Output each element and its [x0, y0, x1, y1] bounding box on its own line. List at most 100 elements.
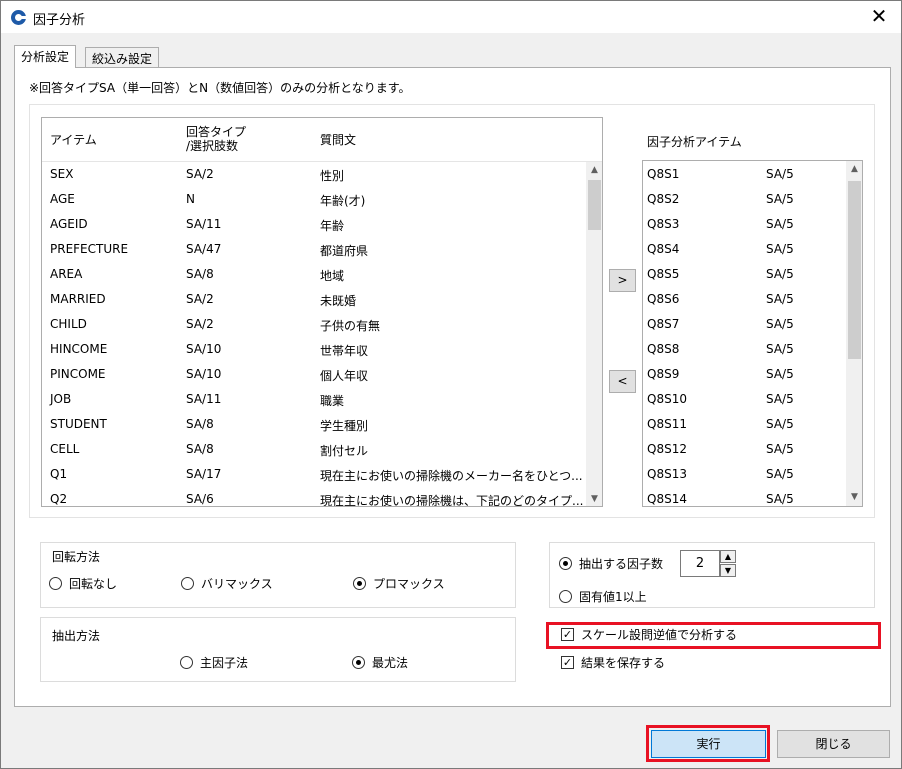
radio-max-likelihood-label[interactable]: 最尤法 — [372, 654, 408, 671]
list-item[interactable]: Q8S5 SA/5 — [643, 262, 862, 287]
save-result-label[interactable]: 結果を保存する — [581, 654, 665, 671]
list-item[interactable]: STUDENT SA/8 学生種別 — [42, 412, 602, 437]
list-item[interactable]: Q8S2 SA/5 — [643, 187, 862, 212]
radio-varimax[interactable] — [181, 577, 194, 590]
list-item-type: SA/47 — [186, 242, 222, 256]
list-item[interactable]: Q2 SA/6 現在主にお使いの掃除機は、下記のどのタイプ... — [42, 487, 602, 507]
list-item-question: 未既婚 — [320, 294, 357, 308]
list-item-type: SA/6 — [186, 492, 214, 506]
source-list-header: アイテム 回答タイプ /選択肢数 質問文 — [42, 118, 602, 162]
radio-promax[interactable] — [353, 577, 366, 590]
save-result-checkbox[interactable]: ✓ — [561, 656, 574, 669]
list-item-item: Q8S13 — [647, 467, 687, 481]
tab-filter-settings[interactable]: 絞込み設定 — [85, 47, 160, 68]
list-item-type: SA/5 — [766, 492, 794, 506]
list-item[interactable]: MARRIED SA/2 未既婚 — [42, 287, 602, 312]
list-item-question: 割付セル — [320, 444, 369, 458]
list-item[interactable]: AGEID SA/11 年齢 — [42, 212, 602, 237]
list-item[interactable]: Q8S11 SA/5 — [643, 412, 862, 437]
scroll-down-icon[interactable]: ▼ — [846, 489, 862, 506]
list-item-item: AGE — [50, 192, 75, 206]
list-item[interactable]: Q8S9 SA/5 — [643, 362, 862, 387]
scroll-thumb[interactable] — [588, 180, 601, 230]
scroll-up-icon[interactable]: ▲ — [846, 161, 862, 178]
list-item-type: SA/5 — [766, 342, 794, 356]
tab-analysis-settings[interactable]: 分析設定 — [14, 45, 77, 68]
list-item-type: SA/8 — [186, 267, 214, 281]
list-item-question: 世帯年収 — [320, 344, 369, 358]
list-item-type: SA/5 — [766, 417, 794, 431]
remove-item-button[interactable]: < — [609, 370, 636, 393]
list-item-type: SA/10 — [186, 342, 222, 356]
scroll-up-icon[interactable]: ▲ — [586, 162, 602, 179]
list-item-item: CELL — [50, 442, 80, 456]
radio-eigenvalue-label[interactable]: 固有値1以上 — [579, 588, 647, 605]
factor-count-input[interactable]: 2 — [680, 550, 720, 577]
scroll-down-icon[interactable]: ▼ — [586, 491, 602, 506]
list-item-item: HINCOME — [50, 342, 108, 356]
list-item-item: Q8S11 — [647, 417, 687, 431]
rotation-method-label: 回転方法 — [52, 550, 101, 564]
list-item[interactable]: Q8S8 SA/5 — [643, 337, 862, 362]
list-item-item: Q1 — [50, 467, 68, 481]
list-item-question: 学生種別 — [320, 419, 369, 433]
radio-no-rotation[interactable] — [49, 577, 62, 590]
radio-promax-label[interactable]: プロマックス — [373, 575, 445, 592]
radio-no-rotation-label[interactable]: 回転なし — [69, 575, 117, 592]
radio-principal-factor[interactable] — [180, 656, 193, 669]
list-item-item: Q2 — [50, 492, 68, 506]
spin-down-icon[interactable]: ▼ — [720, 564, 736, 577]
list-item[interactable]: Q8S13 SA/5 — [643, 462, 862, 487]
list-item-type: SA/5 — [766, 442, 794, 456]
list-item-item: MARRIED — [50, 292, 106, 306]
target-list-title: 因子分析アイテム — [647, 135, 742, 149]
close-icon[interactable]: ✕ — [867, 4, 891, 28]
list-item[interactable]: Q8S1 SA/5 — [643, 162, 862, 187]
radio-max-likelihood[interactable] — [352, 656, 365, 669]
list-item[interactable]: Q8S12 SA/5 — [643, 437, 862, 462]
list-item[interactable]: AGE N 年齢(才) — [42, 187, 602, 212]
list-item[interactable]: Q1 SA/17 現在主にお使いの掃除機のメーカー名をひとつ... — [42, 462, 602, 487]
header-type-line1: 回答タイプ — [186, 125, 247, 139]
add-item-button[interactable]: > — [609, 269, 636, 292]
list-item[interactable]: Q8S3 SA/5 — [643, 212, 862, 237]
list-item-question: 現在主にお使いの掃除機は、下記のどのタイプ... — [320, 494, 584, 507]
list-item-type: SA/5 — [766, 192, 794, 206]
target-list-scrollbar[interactable]: ▲ ▼ — [846, 161, 862, 506]
list-item[interactable]: HINCOME SA/10 世帯年収 — [42, 337, 602, 362]
list-item-type: SA/5 — [766, 292, 794, 306]
target-item-list[interactable]: Q8S1 SA/5 Q8S2 SA/5 Q8S3 SA/5 Q8S4 SA/5 Q8S5 SA/5… — [642, 160, 863, 507]
list-item[interactable]: JOB SA/11 職業 — [42, 387, 602, 412]
list-item[interactable]: Q8S7 SA/5 — [643, 312, 862, 337]
list-item-question: 性別 — [320, 169, 345, 183]
list-item-type: SA/8 — [186, 417, 214, 431]
radio-fixed-factor-count-label[interactable]: 抽出する因子数 — [579, 555, 663, 572]
run-button-highlight — [646, 725, 770, 762]
list-item[interactable]: PREFECTURE SA/47 都道府県 — [42, 237, 602, 262]
radio-principal-factor-label[interactable]: 主因子法 — [200, 654, 248, 671]
spin-up-icon[interactable]: ▲ — [720, 550, 736, 563]
radio-eigenvalue[interactable] — [559, 590, 572, 603]
source-list-scrollbar[interactable]: ▲ ▼ — [586, 162, 602, 506]
app-logo-icon — [11, 10, 27, 25]
list-item[interactable]: Q8S4 SA/5 — [643, 237, 862, 262]
list-item-type: SA/5 — [766, 467, 794, 481]
header-item: アイテム — [50, 133, 97, 147]
list-item[interactable]: CELL SA/8 割付セル — [42, 437, 602, 462]
list-item[interactable]: Q8S14 SA/5 — [643, 487, 862, 506]
scroll-thumb[interactable] — [848, 181, 861, 359]
close-button[interactable]: 閉じる — [777, 730, 890, 758]
list-item-type: SA/5 — [766, 167, 794, 181]
list-item-question: 年齢(才) — [320, 194, 366, 208]
source-item-list[interactable]: アイテム 回答タイプ /選択肢数 質問文 SEX SA/2 性別 AGE N 年齢(才) A… — [41, 117, 603, 507]
list-item[interactable]: Q8S6 SA/5 — [643, 287, 862, 312]
radio-varimax-label[interactable]: バリマックス — [201, 575, 273, 592]
list-item[interactable]: PINCOME SA/10 個人年収 — [42, 362, 602, 387]
list-item[interactable]: SEX SA/2 性別 — [42, 162, 602, 187]
list-item[interactable]: AREA SA/8 地域 — [42, 262, 602, 287]
header-type-line2: /選択肢数 — [186, 139, 239, 153]
list-item-type: SA/11 — [186, 392, 222, 406]
list-item[interactable]: CHILD SA/2 子供の有無 — [42, 312, 602, 337]
list-item[interactable]: Q8S10 SA/5 — [643, 387, 862, 412]
radio-fixed-factor-count[interactable] — [559, 557, 572, 570]
